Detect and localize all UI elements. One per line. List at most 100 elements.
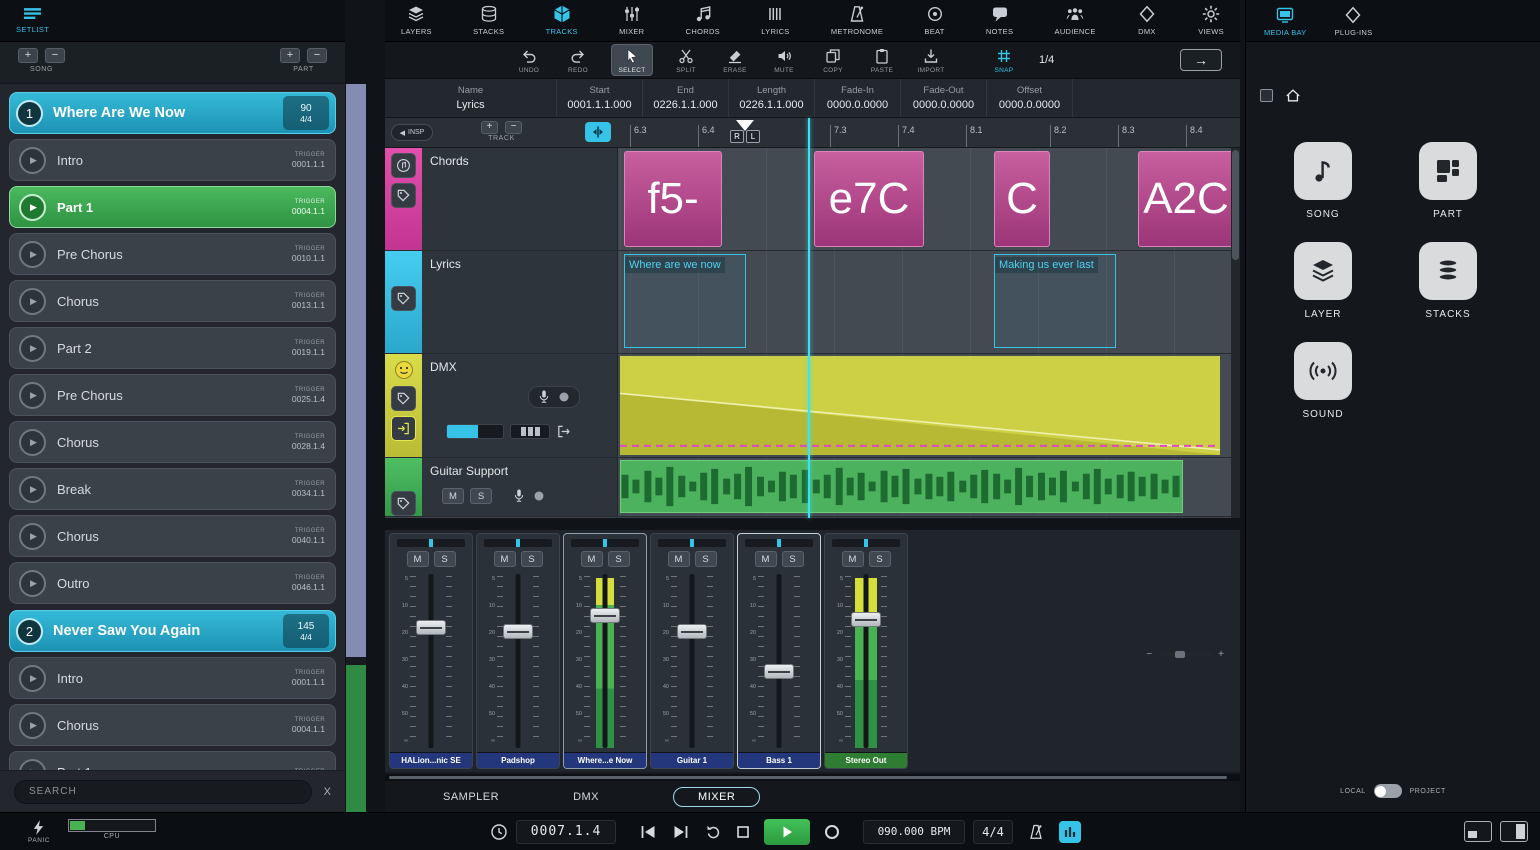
fader-handle[interactable] <box>764 664 794 679</box>
tab-sampler[interactable]: SAMPLER <box>443 791 499 803</box>
setlist-tab[interactable]: SETLIST <box>16 7 49 34</box>
redo-button[interactable]: REDO <box>562 47 594 74</box>
tag-icon[interactable] <box>391 183 416 208</box>
locator-marker[interactable]: R L <box>730 120 760 143</box>
track-solo-button[interactable]: S <box>470 488 492 504</box>
mixer-channel-1[interactable]: M S 51020304050∞ HALion...nic SE <box>389 533 473 769</box>
copy-button[interactable]: COPY <box>817 47 849 74</box>
lyric-clip[interactable]: Where are we now <box>624 254 746 348</box>
add-song-button[interactable]: + <box>18 48 38 63</box>
tab-beat[interactable]: BEAT <box>924 4 944 36</box>
select-tool-button[interactable]: SELECT <box>611 44 653 76</box>
tab-mixer-lower[interactable]: MIXER <box>673 787 760 807</box>
part-item[interactable]: ▶ Pre Chorus TRIGGER 0025.1.4 <box>9 374 336 416</box>
track-lyrics[interactable]: Lyrics Where are we now Making us ever l… <box>385 251 1240 354</box>
tab-chords[interactable]: CHORDS <box>686 4 720 36</box>
part-item[interactable]: ▶ Outro TRIGGER 0046.1.1 <box>9 562 336 604</box>
timeline-ruler[interactable]: ◀ INSP + − TRACK 6.3 6.4 7.3 7.4 <box>385 118 1240 148</box>
mute-tool-button[interactable]: MUTE <box>768 47 800 74</box>
fader-handle[interactable] <box>416 620 446 635</box>
play-icon[interactable]: ▶ <box>19 288 46 315</box>
lyric-clip[interactable]: Making us ever last <box>994 254 1116 348</box>
marker-r-flag[interactable]: R <box>730 130 744 143</box>
mic-icon[interactable] <box>537 389 551 405</box>
media-tile-stacks[interactable]: STACKS <box>1396 242 1500 320</box>
add-track-button[interactable]: + <box>481 121 498 134</box>
tab-layers[interactable]: LAYERS <box>401 4 432 36</box>
time-position-display[interactable]: 0007.1.4 <box>516 820 616 844</box>
dmx-level-meter[interactable] <box>446 424 504 439</box>
media-tile-song[interactable]: SONG <box>1271 142 1375 220</box>
remove-song-button[interactable]: − <box>45 48 65 63</box>
play-icon[interactable]: ▶ <box>19 759 46 771</box>
guitar-track-header[interactable]: Guitar Support M S <box>422 458 618 516</box>
tab-mixer[interactable]: MIXER <box>619 4 644 36</box>
media-tile-part[interactable]: PART <box>1396 142 1500 220</box>
fader-handle[interactable] <box>851 612 881 627</box>
part-item[interactable]: ▶ Intro TRIGGER 0001.1.1 <box>9 139 336 181</box>
search-input[interactable] <box>14 780 312 804</box>
import-button[interactable]: IMPORT <box>915 47 947 74</box>
add-part-button[interactable]: + <box>280 48 300 63</box>
fader-handle[interactable] <box>503 624 533 639</box>
part-item[interactable]: ▶ Chorus TRIGGER 0028.1.4 <box>9 421 336 463</box>
media-tile-sound[interactable]: SOUND <box>1271 342 1375 420</box>
track-guitar-support[interactable]: Guitar Support M S <box>385 458 1240 517</box>
tempo-display[interactable]: 090.000 BPM <box>863 820 965 844</box>
play-icon[interactable]: ▶ <box>19 241 46 268</box>
song-item-1[interactable]: 1 Where Are We Now 90 4/4 <box>9 92 336 134</box>
play-icon[interactable]: ▶ <box>19 194 46 221</box>
panic-button[interactable]: PANIC <box>28 819 50 844</box>
part-item[interactable]: ▶ Pre Chorus TRIGGER 0010.1.1 <box>9 233 336 275</box>
chords-clip-lane[interactable]: f5- e7C C A2C <box>618 148 1240 250</box>
split-tool-button[interactable]: SPLIT <box>670 47 702 74</box>
stop-button[interactable] <box>735 824 751 840</box>
panel-splitter[interactable] <box>385 518 1240 530</box>
erase-tool-button[interactable]: ERASE <box>719 47 751 74</box>
pan-control[interactable] <box>745 539 813 547</box>
part-item[interactable]: ▶ Part 2 TRIGGER 0019.1.1 <box>9 327 336 369</box>
play-icon[interactable]: ▶ <box>19 147 46 174</box>
pan-control[interactable] <box>484 539 552 547</box>
local-project-toggle[interactable] <box>1374 784 1402 798</box>
snap-button[interactable]: SNAP <box>988 47 1020 74</box>
fader-track[interactable] <box>777 574 782 748</box>
zoom-slider-handle[interactable] <box>1175 651 1185 658</box>
tag-icon[interactable] <box>391 386 416 411</box>
song-item-2[interactable]: 2 Never Saw You Again 145 4/4 <box>9 610 336 652</box>
lyrics-track-header[interactable]: Lyrics <box>422 251 618 353</box>
locator-mode-button[interactable] <box>585 122 611 142</box>
part-item[interactable]: ▶ Part 1 TRIGGER <box>9 751 336 770</box>
pan-control[interactable] <box>832 539 900 547</box>
play-icon[interactable]: ▶ <box>19 665 46 692</box>
record-button[interactable] <box>823 823 841 841</box>
play-icon[interactable]: ▶ <box>19 429 46 456</box>
dmx-universe-selector[interactable] <box>510 424 550 439</box>
info-name-field[interactable]: Name Lyrics <box>385 79 557 117</box>
solo-button[interactable]: S <box>869 551 891 567</box>
play-button[interactable] <box>764 819 810 845</box>
zoom-in-button[interactable]: + <box>1218 649 1224 660</box>
chord-clip[interactable]: C <box>994 151 1050 247</box>
layout-left-button[interactable] <box>1464 821 1492 842</box>
tag-icon[interactable] <box>391 286 416 311</box>
layout-right-button[interactable] <box>1500 821 1528 842</box>
tab-views[interactable]: VIEWS <box>1198 4 1224 36</box>
mute-button[interactable]: M <box>755 551 777 567</box>
mute-button[interactable]: M <box>842 551 864 567</box>
tab-metronome[interactable]: METRONOME <box>831 4 883 36</box>
play-icon[interactable]: ▶ <box>19 476 46 503</box>
mixer-channel-5[interactable]: M S 51020304050∞ Bass 1 <box>737 533 821 769</box>
play-icon[interactable]: ▶ <box>19 570 46 597</box>
info-length-field[interactable]: Length 0226.1.1.000 <box>729 79 815 117</box>
tab-tracks[interactable]: TRACKS <box>546 4 578 36</box>
fader-track[interactable] <box>603 574 608 748</box>
smiley-light-icon[interactable] <box>393 359 415 381</box>
remove-part-button[interactable]: − <box>307 48 327 63</box>
part-item[interactable]: ▶ Chorus TRIGGER 0040.1.1 <box>9 515 336 557</box>
part-item-active[interactable]: ▶ Part 1 TRIGGER 0004.1.1 <box>9 186 336 228</box>
chords-track-header[interactable]: Chords <box>422 148 618 250</box>
tab-media-bay[interactable]: MEDIA BAY <box>1264 5 1307 37</box>
pan-control[interactable] <box>571 539 639 547</box>
guitar-audio-clip[interactable] <box>620 460 1183 513</box>
